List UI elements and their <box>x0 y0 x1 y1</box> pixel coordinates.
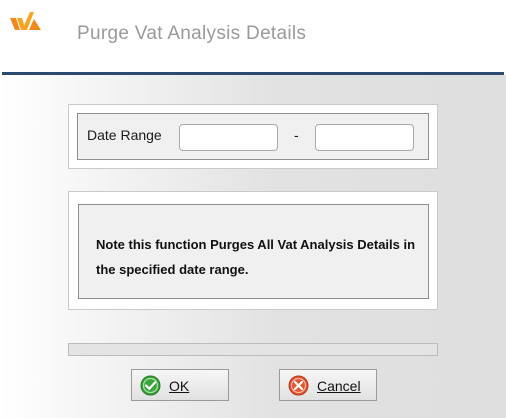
title-bar: Purge Vat Analysis Details <box>0 0 506 72</box>
date-range-separator: - <box>294 127 299 143</box>
date-range-label: Date Range <box>87 127 162 143</box>
ok-button-label: OK <box>169 378 190 394</box>
purge-note-text: Note this function Purges All Vat Analys… <box>96 237 416 277</box>
window-title: Purge Vat Analysis Details <box>77 23 307 44</box>
ok-button[interactable]: OK <box>131 369 229 401</box>
brand-logo-icon <box>10 12 41 30</box>
x-circle-icon <box>288 375 309 396</box>
cancel-button-label: Cancel <box>317 378 361 394</box>
date-from-input[interactable] <box>179 124 278 151</box>
date-to-input[interactable] <box>315 124 414 151</box>
progress-bar <box>68 343 438 356</box>
check-circle-icon <box>140 375 161 396</box>
cancel-button[interactable]: Cancel <box>279 369 377 401</box>
